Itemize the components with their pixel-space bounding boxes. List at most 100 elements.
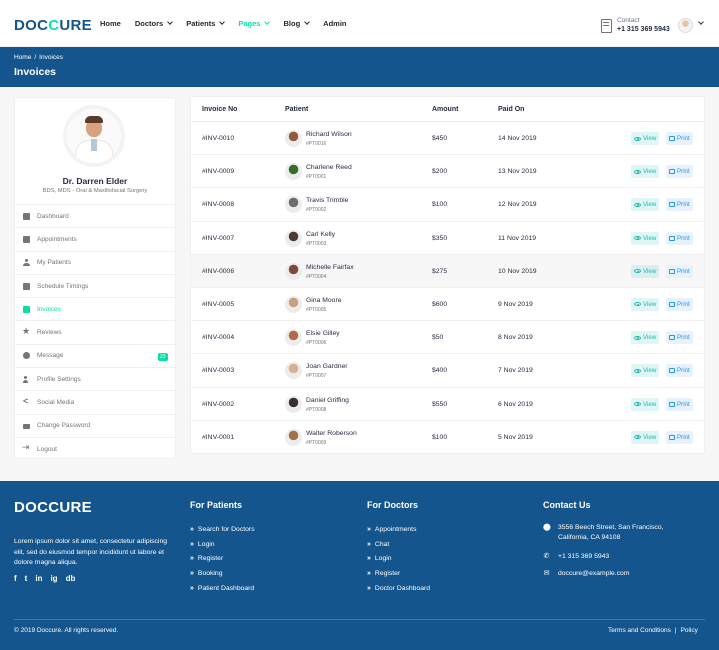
sidebar-item-dashboard[interactable]: Dashboard [15, 204, 175, 227]
nav-home[interactable]: Home [100, 19, 121, 28]
patient-name[interactable]: Carl Kelly [306, 231, 335, 238]
sidebar-item-social-media[interactable]: Social Media [15, 390, 175, 413]
terms-link[interactable]: Terms and Conditions [608, 627, 671, 634]
sidebar-item-message[interactable]: Message 23 [15, 343, 175, 367]
print-button[interactable]: Print [666, 132, 693, 145]
site-logo[interactable]: DOCCURE [14, 14, 92, 36]
invoice-number[interactable]: #INV-0008 [202, 201, 234, 208]
sidebar-item-appointments[interactable]: Appointments [15, 227, 175, 250]
view-button[interactable]: View [631, 430, 660, 444]
sidebar-item-logout[interactable]: Logout [15, 436, 175, 460]
sidebar-item-label: Schedule Timings [37, 282, 89, 290]
sidebar-item-change-password[interactable]: Change Password [15, 413, 175, 437]
patient-avatar[interactable] [285, 163, 302, 181]
print-button[interactable]: Print [666, 264, 693, 278]
print-button[interactable]: Print [666, 430, 693, 444]
view-button[interactable]: View [631, 331, 660, 345]
facebook-icon[interactable]: f [14, 574, 17, 583]
invoice-number[interactable]: #INV-0009 [202, 168, 234, 175]
footer-link[interactable]: » Patient Dashboard [190, 581, 255, 596]
footer-link[interactable]: » Booking [190, 566, 255, 581]
footer-logo[interactable]: DOCCURE [14, 499, 92, 516]
footer-link[interactable]: » Appointments [367, 522, 430, 537]
linkedin-icon[interactable]: in [35, 574, 42, 583]
invoice-number[interactable]: #INV-0004 [202, 334, 234, 341]
sidebar-item-schedule-timings[interactable]: Schedule Timings [15, 273, 175, 297]
print-button[interactable]: Print [666, 198, 693, 212]
table-row: #INV-0010 Richard Wilson #PT0016 $450 14 Nov… [191, 122, 704, 156]
invoice-number[interactable]: #INV-0006 [202, 268, 234, 275]
footer-link[interactable]: » Doctor Dashboard [367, 581, 430, 596]
patient-name[interactable]: Gina Moore [306, 297, 342, 304]
twitter-icon[interactable]: t [25, 574, 28, 583]
sidebar-item-label: Reviews [37, 329, 62, 337]
patient-id: #PT0006 [306, 340, 327, 347]
print-button[interactable]: Print [666, 231, 693, 245]
print-button[interactable]: Print [666, 331, 693, 345]
invoice-number[interactable]: #INV-0001 [202, 434, 234, 441]
user-avatar[interactable] [678, 18, 693, 33]
policy-link[interactable]: Policy [681, 627, 698, 634]
patient-name[interactable]: Michelle Fairfax [306, 264, 354, 271]
nav-pages[interactable]: Pages [238, 19, 271, 28]
view-button[interactable]: View [631, 231, 660, 245]
instagram-icon[interactable]: ig [50, 574, 57, 583]
footer-link[interactable]: » Login [190, 537, 255, 552]
sidebar-item-reviews[interactable]: Reviews [15, 320, 175, 343]
invoice-number[interactable]: #INV-0002 [202, 401, 234, 408]
patient-avatar[interactable] [285, 428, 302, 446]
sidebar-item-profile-settings[interactable]: Profile Settings [15, 367, 175, 390]
print-button[interactable]: Print [666, 297, 693, 311]
view-button[interactable]: View [631, 132, 660, 145]
patient-name[interactable]: Travis Trimble [306, 197, 348, 204]
footer-link[interactable]: » Login [367, 551, 430, 566]
footer-contact-title: Contact Us [543, 500, 591, 510]
patient-avatar[interactable] [285, 262, 302, 280]
patient-avatar[interactable] [285, 295, 302, 313]
patient-avatar[interactable] [285, 395, 302, 413]
invoice-number[interactable]: #INV-0007 [202, 235, 234, 242]
footer-link-label: Login [197, 540, 215, 548]
patient-name[interactable]: Walter Roberson [306, 430, 357, 437]
footer-link[interactable]: » Register [367, 566, 430, 581]
patient-avatar[interactable] [285, 130, 302, 147]
sidebar-item-label: Logout [37, 445, 57, 453]
nav-admin[interactable]: Admin [323, 19, 346, 28]
patient-avatar[interactable] [285, 196, 302, 214]
view-button[interactable]: View [631, 198, 660, 212]
invoice-number[interactable]: #INV-0010 [202, 135, 234, 142]
patient-name[interactable]: Richard Wilson [306, 131, 352, 138]
print-button[interactable]: Print [666, 364, 693, 378]
invoice-number[interactable]: #INV-0005 [202, 301, 234, 308]
footer-link[interactable]: » Search for Doctors [190, 522, 255, 537]
print-icon [669, 202, 675, 208]
angle-double-right-icon: » [367, 584, 371, 592]
view-button[interactable]: View [631, 397, 660, 411]
view-button[interactable]: View [631, 165, 660, 179]
footer-link[interactable]: » Chat [367, 537, 430, 552]
invoice-number[interactable]: #INV-0003 [202, 367, 234, 374]
nav-doctors[interactable]: Doctors [135, 19, 174, 28]
chevron-down-icon[interactable] [698, 19, 704, 25]
nav-patients[interactable]: Patients [186, 19, 226, 28]
patient-avatar[interactable] [285, 362, 302, 380]
patient-name[interactable]: Joan Gardner [306, 363, 348, 370]
nav-blog[interactable]: Blog [283, 19, 310, 28]
dribbble-icon[interactable]: db [66, 574, 76, 583]
patient-name[interactable]: Elsie Gilley [306, 330, 340, 337]
print-button[interactable]: Print [666, 165, 693, 179]
view-button[interactable]: View [631, 297, 660, 311]
patient-name[interactable]: Charlene Reed [306, 164, 352, 171]
sidebar-item-my-patients[interactable]: My Patients [15, 250, 175, 274]
view-button[interactable]: View [631, 264, 660, 278]
page-title: Invoices [14, 66, 57, 78]
patient-avatar[interactable] [285, 229, 302, 247]
print-button[interactable]: Print [666, 397, 693, 411]
patient-name[interactable]: Daniel Griffing [306, 397, 349, 404]
breadcrumb-home[interactable]: Home [14, 54, 31, 61]
footer-link[interactable]: » Register [190, 551, 255, 566]
sidebar-item-invoices[interactable]: Invoices [15, 297, 175, 320]
view-button[interactable]: View [631, 364, 660, 378]
footer-link-label: Booking [197, 569, 223, 577]
patient-avatar[interactable] [285, 329, 302, 347]
